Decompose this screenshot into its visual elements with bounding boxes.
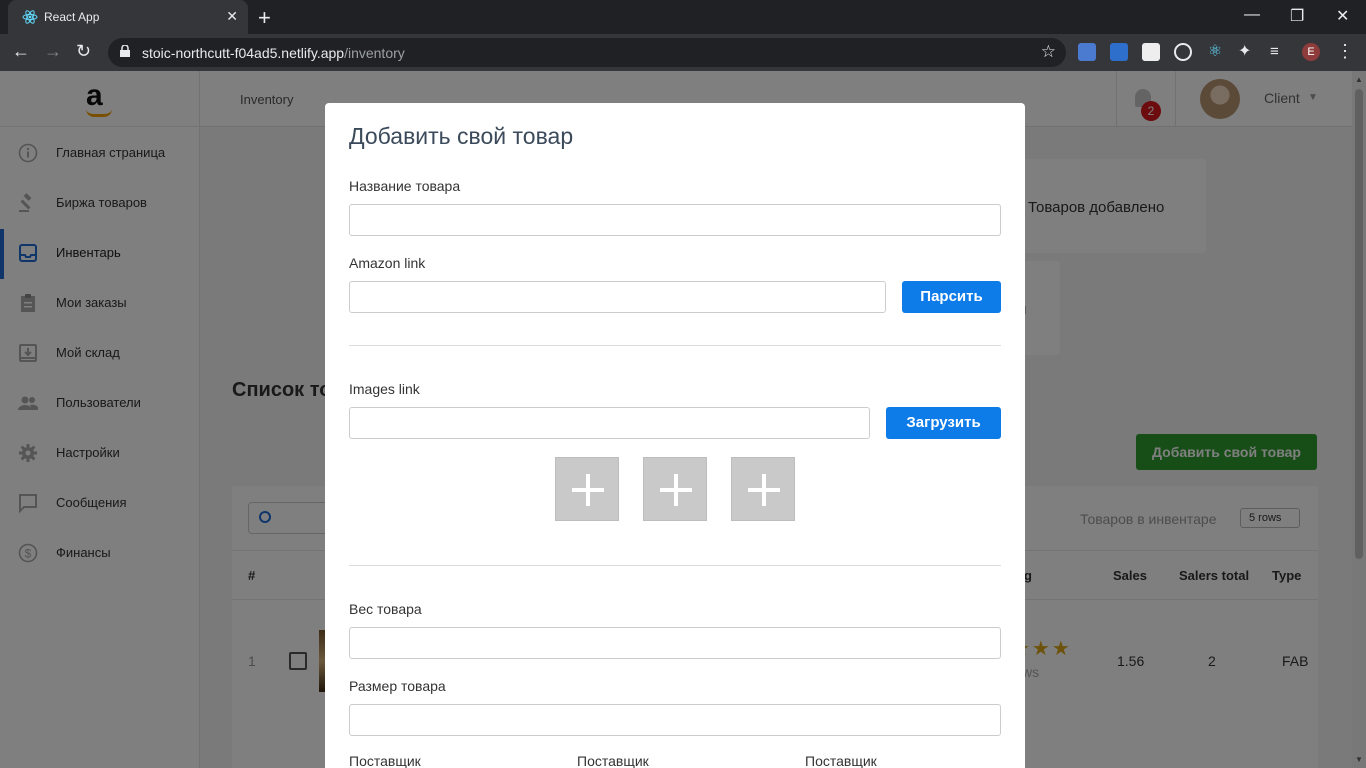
images-link-label: Images link — [349, 381, 420, 397]
modal-title: Добавить свой товар — [349, 123, 574, 149]
reading-list-icon[interactable]: ≡ — [1270, 43, 1288, 61]
profile-avatar-icon[interactable]: E — [1302, 43, 1320, 61]
minimize-icon[interactable]: — — [1244, 6, 1260, 24]
url-text: stoic-northcutt-f04ad5.netlify.app/inven… — [142, 45, 405, 61]
images-link-input[interactable] — [349, 407, 870, 439]
extensions-puzzle-icon[interactable]: ✦ — [1238, 43, 1256, 61]
browser-tab[interactable]: React App ✕ — [8, 0, 248, 34]
add-image-plus-icon[interactable] — [643, 457, 707, 521]
amazon-link-label: Amazon link — [349, 255, 426, 271]
react-icon — [22, 10, 38, 24]
new-tab-icon[interactable]: + — [258, 5, 271, 31]
supplier-label: Поставщик — [349, 753, 421, 768]
bookmark-star-icon[interactable]: ☆ — [1041, 42, 1056, 62]
divider — [349, 565, 1001, 566]
translate-extension-icon[interactable] — [1078, 43, 1096, 61]
weight-input[interactable] — [349, 627, 1001, 659]
add-image-plus-icon[interactable] — [731, 457, 795, 521]
close-window-icon[interactable]: ✕ — [1336, 6, 1349, 26]
react-devtools-icon[interactable]: ⚛ — [1206, 43, 1224, 61]
browser-tab-bar: React App ✕ + — ❐ ✕ — [0, 0, 1366, 34]
lock-icon — [120, 45, 130, 57]
s-extension-icon[interactable] — [1142, 43, 1160, 61]
product-name-input[interactable] — [349, 204, 1001, 236]
web-app: a Главная страница Биржа товаров Инвента… — [0, 71, 1366, 768]
close-tab-icon[interactable]: ✕ — [226, 8, 238, 25]
supplier-label: Поставщик — [577, 753, 649, 768]
weight-label: Вес товара — [349, 601, 422, 617]
size-input[interactable] — [349, 704, 1001, 736]
calendar-extension-icon[interactable] — [1110, 43, 1128, 61]
tab-title: React App — [44, 10, 100, 24]
product-name-label: Название товара — [349, 178, 461, 194]
address-bar[interactable]: stoic-northcutt-f04ad5.netlify.app/inven… — [108, 38, 1066, 67]
forward-icon[interactable]: → — [44, 41, 62, 62]
reload-icon[interactable]: ↻ — [76, 41, 91, 62]
upload-button[interactable]: Загрузить — [886, 407, 1001, 439]
add-product-modal: Добавить свой товар Название товара Amaz… — [325, 103, 1025, 768]
divider — [349, 345, 1001, 346]
browser-toolbar: ← → ↻ stoic-northcutt-f04ad5.netlify.app… — [0, 34, 1366, 71]
chrome-menu-icon[interactable]: ⋮ — [1336, 41, 1354, 62]
add-image-plus-icon[interactable] — [555, 457, 619, 521]
back-icon[interactable]: ← — [12, 41, 30, 62]
parse-button[interactable]: Парсить — [902, 281, 1001, 313]
supplier-label: Поставщик — [805, 753, 877, 768]
size-label: Размер товара — [349, 678, 446, 694]
restore-icon[interactable]: ❐ — [1290, 6, 1304, 26]
record-extension-icon[interactable] — [1174, 43, 1192, 61]
amazon-link-input[interactable] — [349, 281, 886, 313]
